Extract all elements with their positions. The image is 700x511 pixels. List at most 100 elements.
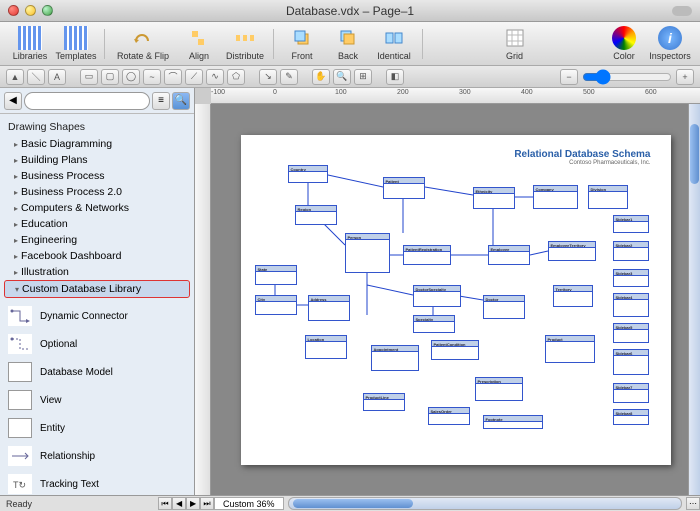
prev-page-button[interactable]: ◀ [172,497,186,510]
color-button[interactable]: Color [602,26,646,61]
vertical-scrollbar[interactable] [688,104,700,495]
category-business-process[interactable]: Business Process [0,168,194,184]
entity-sidebar7[interactable]: Sidebar7 [613,383,649,403]
identical-button[interactable]: Identical [372,26,416,61]
grid-button[interactable]: Grid [493,26,537,61]
shape-relationship[interactable]: Relationship [0,442,194,470]
entity-appointment[interactable]: Appointment [371,345,419,371]
bezier-tool-button[interactable]: ∿ [206,69,224,85]
entity-prescription[interactable]: Prescription [475,377,523,401]
entity-person[interactable]: Person [345,233,390,273]
edit-points-button[interactable]: ✎ [280,69,298,85]
category-education[interactable]: Education [0,216,194,232]
entity-sidebar3[interactable]: Sidebar3 [613,269,649,287]
minimize-window-button[interactable] [25,5,36,16]
libraries-button[interactable]: Libraries [8,26,52,61]
zoom-level-display[interactable]: Custom 36% [214,497,284,510]
shape-dynamic-connector[interactable]: Dynamic Connector [0,302,194,330]
category-facebook-dashboard[interactable]: Facebook Dashboard [0,248,194,264]
horizontal-scrollbar[interactable] [288,497,682,510]
inspectors-button[interactable]: i Inspectors [648,26,692,61]
entity-territory[interactable]: Territory [553,285,593,307]
entity-employeeterritory[interactable]: EmployeeTerritory [548,241,596,261]
entity-doctor[interactable]: Doctor [483,295,525,319]
library-search-input[interactable] [24,92,150,110]
entity-sidebar8[interactable]: Sidebar8 [613,409,649,425]
text-tool-button[interactable]: A [48,69,66,85]
align-button[interactable]: Align [177,26,221,61]
entity-country[interactable]: Country [288,165,328,183]
entity-location[interactable]: Location [305,335,347,359]
ellipse-tool-button[interactable]: ◯ [122,69,140,85]
category-basic-diagramming[interactable]: Basic Diagramming [0,136,194,152]
entity-salesorder[interactable]: SalesOrder [428,407,470,425]
entity-patientregistration[interactable]: PatientRegistration [403,245,451,265]
entity-product[interactable]: Product [545,335,595,363]
last-page-button[interactable]: ⏭ [200,497,214,510]
vertical-scroll-thumb[interactable] [690,124,699,184]
entity-division[interactable]: Division [588,185,628,209]
entity-ethnicity[interactable]: Ethnicity [473,187,515,209]
category-illustration[interactable]: Illustration [0,264,194,280]
page-options-button[interactable]: ⋯ [686,497,700,510]
arc-tool-button[interactable]: ⌒ [164,69,182,85]
zoom-in-button[interactable]: + [676,69,694,85]
entity-company[interactable]: Company [533,185,578,209]
entity-patientcondition[interactable]: PatientCondition [431,340,479,360]
sidebar-list-view-button[interactable]: ≡ [152,92,170,110]
entity-footnote[interactable]: Footnote [483,415,543,429]
entity-region[interactable]: Region [295,205,337,225]
rect-tool-button[interactable]: ▭ [80,69,98,85]
entity-sidebar6[interactable]: Sidebar6 [613,349,649,375]
distribute-button[interactable]: Distribute [223,26,267,61]
entity-state[interactable]: State [255,265,297,285]
pan-tool-button[interactable]: ✋ [312,69,330,85]
entity-sidebar1[interactable]: Sidebar1 [613,215,649,233]
entity-productline[interactable]: ProductLine [363,393,405,411]
shape-optional[interactable]: Optional [0,330,194,358]
shape-view[interactable]: View [0,386,194,414]
sidebar-collapse-button[interactable]: ◀ [4,92,22,110]
curve-tool-button[interactable]: ~ [143,69,161,85]
shape-database-model[interactable]: Database Model [0,358,194,386]
horizontal-scroll-thumb[interactable] [293,499,413,508]
zoom-window-button[interactable] [42,5,53,16]
entity-address[interactable]: Address [308,295,350,321]
drawing-canvas[interactable]: Relational Database Schema Contoso Pharm… [211,104,700,495]
first-page-button[interactable]: ⏮ [158,497,172,510]
templates-button[interactable]: Templates [54,26,98,61]
entity-sidebar2[interactable]: Sidebar2 [613,241,649,261]
connector-tool-button[interactable]: ↘ [259,69,277,85]
line-tool-button[interactable]: ＼ [27,69,45,85]
toolbar-toggle-button[interactable] [672,6,692,16]
zoom-out-button[interactable]: − [560,69,578,85]
zoom-tool-button[interactable]: 🔍 [333,69,351,85]
roundrect-tool-button[interactable]: ▢ [101,69,119,85]
rotate-flip-button[interactable]: Rotate & Flip [111,26,175,61]
sidebar-search-mode-button[interactable]: 🔍 [172,92,190,110]
shape-entity[interactable]: Entity [0,414,194,442]
category-business-process-2-0[interactable]: Business Process 2.0 [0,184,194,200]
back-button[interactable]: Back [326,26,370,61]
pointer-tool-button[interactable]: ▲ [6,69,24,85]
category-engineering[interactable]: Engineering [0,232,194,248]
crop-tool-button[interactable]: ◧ [386,69,404,85]
entity-city[interactable]: City [255,295,297,315]
polygon-tool-button[interactable]: ⬠ [227,69,245,85]
polyline-tool-button[interactable]: ⟋ [185,69,203,85]
shape-tracking-text[interactable]: T↻Tracking Text [0,470,194,495]
entity-specialty[interactable]: Specialty [413,315,455,333]
entity-doctorspecialty[interactable]: DoctorSpecialty [413,285,461,307]
snap-toggle-button[interactable]: ⊞ [354,69,372,85]
category-building-plans[interactable]: Building Plans [0,152,194,168]
entity-employee[interactable]: Employee [488,245,530,265]
close-window-button[interactable] [8,5,19,16]
zoom-slider[interactable] [582,71,672,83]
front-button[interactable]: Front [280,26,324,61]
entity-patient[interactable]: Patient [383,177,425,199]
category-computers-networks[interactable]: Computers & Networks [0,200,194,216]
next-page-button[interactable]: ▶ [186,497,200,510]
entity-sidebar4[interactable]: Sidebar4 [613,293,649,317]
category-custom-database-library[interactable]: Custom Database Library [4,280,190,298]
entity-sidebar5[interactable]: Sidebar5 [613,323,649,343]
